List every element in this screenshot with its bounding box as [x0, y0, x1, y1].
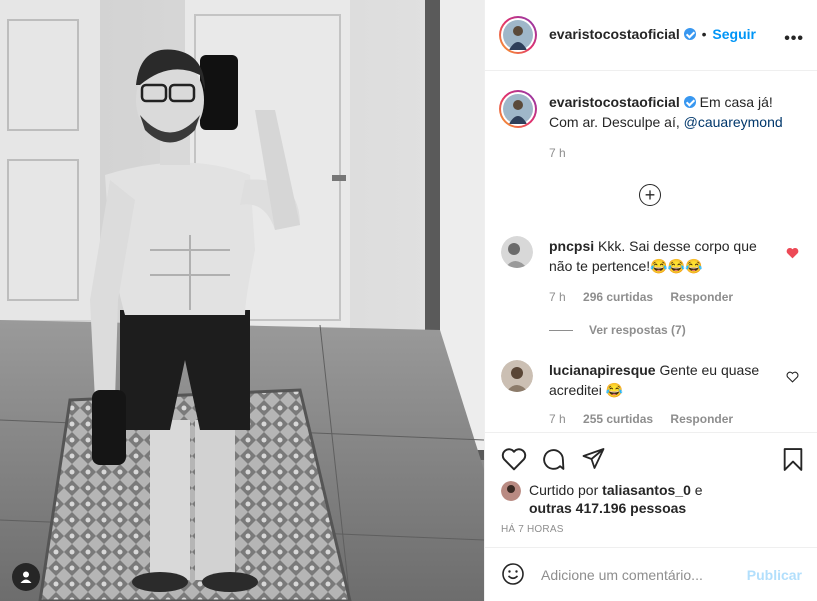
save-bookmark-icon[interactable] — [782, 447, 804, 475]
comment-avatar[interactable] — [501, 360, 533, 392]
user-icon — [20, 571, 32, 583]
more-options-icon[interactable]: ••• — [784, 30, 804, 48]
publish-button[interactable]: Publicar — [747, 567, 802, 583]
comment-avatar[interactable] — [501, 236, 533, 268]
comment-icon[interactable] — [541, 447, 566, 475]
post-photo[interactable] — [0, 0, 484, 601]
tagged-users-button[interactable] — [12, 563, 40, 591]
author-avatar-ring[interactable] — [499, 16, 537, 54]
add-comment-bar: Adicione um comentário... Publicar — [485, 547, 817, 601]
view-replies-button[interactable]: Ver respostas (7) — [549, 323, 700, 337]
comment-2-body: lucianapiresque Gente eu quase acreditei… — [549, 360, 769, 400]
share-icon[interactable] — [581, 447, 606, 474]
comment-username[interactable]: pncpsi — [549, 238, 594, 254]
comment-1-meta: 7 h 296 curtidas Responder — [549, 290, 747, 304]
selfie-photo-illustration — [0, 0, 484, 601]
comment-likes-count[interactable]: 255 curtidas — [583, 412, 653, 426]
author-username[interactable]: evaristocostaoficial — [549, 26, 680, 42]
author-avatar — [503, 20, 533, 50]
comment-time[interactable]: 7 h — [549, 412, 566, 426]
verified-badge-icon — [683, 28, 696, 40]
liked-by-avatar[interactable] — [501, 481, 521, 501]
caption-time[interactable]: 7 h — [549, 146, 566, 160]
load-more-comments-button[interactable]: + — [639, 184, 661, 206]
liked-by-username[interactable]: taliasantos_0 — [602, 482, 691, 498]
like-icon[interactable] — [501, 447, 527, 474]
reply-button[interactable]: Responder — [670, 290, 733, 304]
instagram-post-modal: evaristocostaoficial • Seguir ••• evaris… — [0, 0, 817, 601]
likes-count-link[interactable]: outras 417.196 pessoas — [529, 500, 686, 516]
caption-avatar-ring[interactable] — [499, 90, 537, 128]
caption-author-avatar — [503, 94, 533, 124]
liked-by-text: Curtido por taliasantos_0 e outras 417.1… — [529, 482, 703, 516]
divider-line — [549, 329, 573, 331]
verified-badge-icon — [683, 96, 696, 108]
comment-input[interactable]: Adicione um comentário... — [541, 567, 703, 583]
comment-time[interactable]: 7 h — [549, 290, 566, 304]
plus-icon: + — [644, 185, 656, 205]
comment-like-icon[interactable] — [786, 370, 799, 386]
comment-2-meta: 7 h 255 curtidas Responder — [549, 412, 747, 426]
follow-button[interactable]: Seguir — [712, 26, 756, 42]
post-header: evaristocostaoficial • Seguir ••• — [485, 0, 817, 71]
caption-username[interactable]: evaristocostaoficial — [549, 94, 680, 110]
post-side-panel: evaristocostaoficial • Seguir ••• evaris… — [484, 0, 817, 601]
comment-1-body: pncpsi Kkk. Sai desse corpo que não te p… — [549, 236, 769, 276]
emoji-icon[interactable] — [501, 562, 525, 589]
comment-username[interactable]: lucianapiresque — [549, 362, 656, 378]
reply-button[interactable]: Responder — [670, 412, 733, 426]
post-timestamp[interactable]: HÁ 7 HORAS — [501, 524, 564, 535]
comment-likes-count[interactable]: 296 curtidas — [583, 290, 653, 304]
comment-like-icon[interactable] — [786, 246, 799, 262]
caption-mention-link[interactable]: @cauareymond — [684, 114, 783, 130]
post-caption: evaristocostaoficial Em casa já! Com ar.… — [549, 92, 799, 132]
